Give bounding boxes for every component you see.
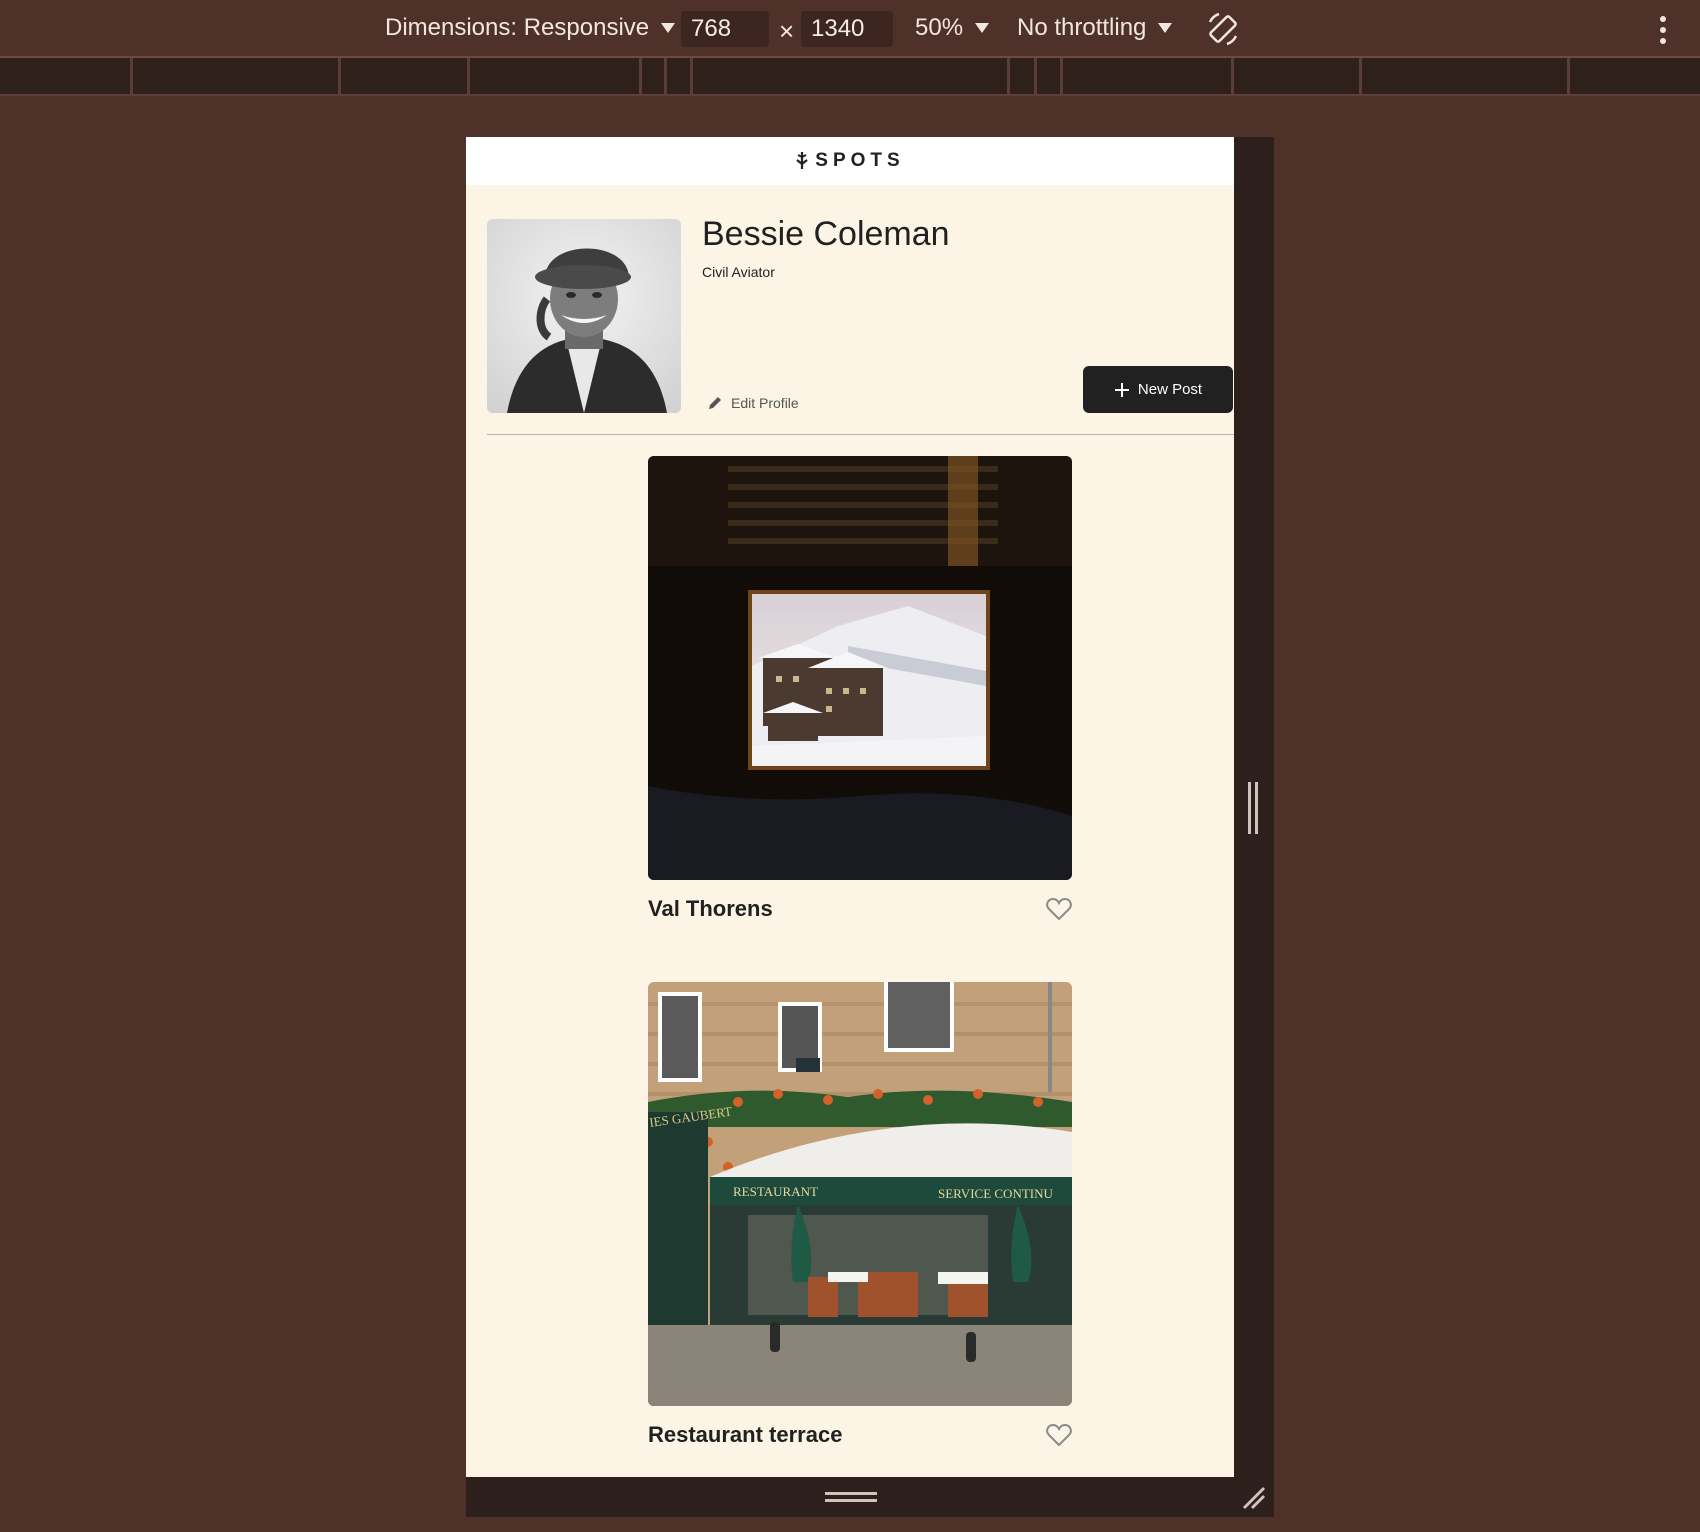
- throttling-label: No throttling: [1017, 14, 1147, 41]
- logo-text: SPOTS: [815, 150, 905, 171]
- chevron-down-icon: [1158, 23, 1173, 33]
- dimensions-dropdown[interactable]: Dimensions: Responsive: [385, 14, 676, 42]
- new-post-button[interactable]: New Post: [1083, 366, 1233, 413]
- profile-name: Bessie Coleman: [702, 215, 950, 253]
- like-button[interactable]: [1046, 1423, 1072, 1447]
- card-title: Restaurant terrace: [648, 1422, 843, 1447]
- resize-handle-right[interactable]: [1248, 782, 1262, 834]
- profile-role: Civil Aviator: [702, 264, 775, 280]
- dimensions-label: Dimensions: Responsive: [385, 14, 650, 41]
- profile-divider: [487, 434, 1234, 435]
- edit-profile-label: Edit Profile: [731, 395, 799, 411]
- card-image[interactable]: [648, 456, 1072, 880]
- resize-corner-icon[interactable]: [1240, 1484, 1268, 1512]
- device-viewport: SPOTS Bessie Coleman Civil Aviator Edit …: [466, 137, 1234, 1477]
- card: Val Thorens: [648, 456, 1072, 922]
- zoom-dropdown[interactable]: 50%: [915, 14, 990, 42]
- card-footer: Val Thorens: [648, 896, 1072, 922]
- times-symbol: ×: [779, 16, 795, 46]
- rotate-icon[interactable]: [1204, 10, 1242, 48]
- pencil-icon: [709, 397, 721, 409]
- throttling-dropdown[interactable]: No throttling: [1017, 14, 1173, 42]
- chevron-down-icon: [661, 23, 676, 33]
- card-footer: Restaurant terrace: [648, 1422, 1072, 1448]
- height-input[interactable]: 1340: [801, 11, 893, 47]
- card-title: Val Thorens: [648, 896, 773, 921]
- svg-text:RESTAURANT: RESTAURANT: [733, 1184, 818, 1199]
- avatar: [487, 219, 681, 413]
- more-vertical-icon[interactable]: [1660, 16, 1668, 49]
- new-post-label: New Post: [1137, 381, 1203, 398]
- site-header: SPOTS: [466, 137, 1234, 185]
- svg-text:SERVICE CONTINU: SERVICE CONTINU: [938, 1186, 1053, 1201]
- like-button[interactable]: [1046, 897, 1072, 921]
- card: RESTAURANT SERVICE CONTINU IES GAUBERT R…: [648, 982, 1072, 1448]
- width-input[interactable]: 768: [681, 11, 769, 47]
- heart-icon: [1046, 897, 1072, 921]
- logo[interactable]: SPOTS: [795, 150, 904, 172]
- heart-icon: [1046, 1423, 1072, 1447]
- spots-logo-icon: [796, 152, 808, 169]
- devtools-toolbar: Dimensions: Responsive 768 × 1340 50% No…: [0, 0, 1700, 58]
- resize-handle-bottom[interactable]: [825, 1492, 877, 1506]
- edit-profile-button[interactable]: Edit Profile: [707, 395, 799, 411]
- media-query-ruler[interactable]: [0, 58, 1700, 96]
- zoom-label: 50%: [915, 14, 964, 41]
- chevron-down-icon: [975, 23, 990, 33]
- card-image[interactable]: RESTAURANT SERVICE CONTINU IES GAUBERT: [648, 982, 1072, 1406]
- plus-icon: [1114, 382, 1129, 397]
